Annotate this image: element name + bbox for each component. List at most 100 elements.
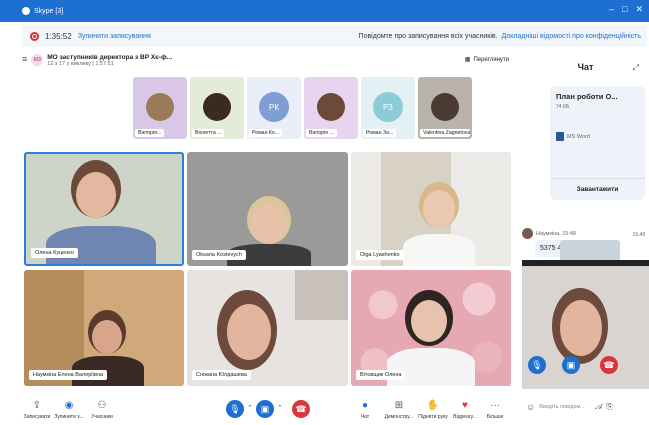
- chat-header: Чат: [522, 50, 649, 84]
- menu-icon[interactable]: ≡: [22, 54, 27, 64]
- thumbnail[interactable]: Вікторія ...: [304, 77, 358, 139]
- microphone-icon: 🎙: [229, 403, 241, 414]
- initials-avatar: РЗ: [373, 92, 403, 122]
- record-button[interactable]: ⇪ Записувати: [20, 400, 54, 420]
- video-person: [431, 93, 459, 121]
- thumbnail-label: Віолетта ...: [192, 129, 225, 137]
- thumbnail-label: Роман Ко...: [249, 129, 283, 137]
- skype-logo-icon: [22, 7, 30, 15]
- attach-icon[interactable]: ⎘: [606, 402, 612, 412]
- gallery-view-button[interactable]: ▦ Переглянути: [464, 56, 509, 64]
- more-icon: ···: [490, 400, 500, 411]
- call-title[interactable]: МО заступників директора з ВР Хє-ф...: [47, 54, 172, 61]
- participants-button[interactable]: ⚇ Учасники: [85, 400, 119, 420]
- call-controls: ⇪ Записувати ◉ Зупинити з... ⚇ Учасники 🎙 ⌃…: [22, 392, 512, 425]
- call-subtitle: 12 з 17 у виклику | 1:57:51: [47, 61, 114, 67]
- end-call-button[interactable]: ☎: [292, 400, 310, 418]
- chat-icon: ●: [361, 400, 369, 411]
- chevron-up-icon[interactable]: ⌃: [277, 404, 283, 412]
- end-call-button[interactable]: ☎: [600, 356, 618, 374]
- video-tile[interactable]: Олена Куценко: [24, 152, 184, 266]
- recording-icon: [30, 31, 39, 41]
- call-header: ≡ МЗ МО заступників директора з ВР Хє-ф.…: [22, 54, 512, 72]
- message-input[interactable]: Введіть повідом...: [539, 404, 585, 410]
- initials-avatar: РК: [259, 92, 289, 122]
- hand-icon: ✋: [426, 400, 440, 411]
- camera-button[interactable]: ▣: [256, 400, 274, 418]
- stop-recording-link[interactable]: Зупинити записування: [78, 33, 151, 40]
- participant-name: Olga Lyashenko: [356, 250, 404, 260]
- title-bar: Skype [3] – □ ✕: [0, 0, 649, 22]
- camera-button[interactable]: ▣: [562, 356, 580, 374]
- participant-name: Сніжана Юлдашева: [192, 370, 251, 380]
- video-tile[interactable]: Сніжана Юлдашева: [187, 270, 348, 386]
- avatar: [522, 228, 533, 239]
- participant-name: Наумкіна Елена Валеріївна: [29, 370, 108, 380]
- recording-time: 1:35:52: [45, 31, 72, 41]
- hang-up-icon: ☎: [295, 403, 307, 414]
- thumbnail-label: Роман За...: [363, 129, 397, 137]
- thumbnail[interactable]: Віолетта ...: [190, 77, 244, 139]
- participant-thumbnails: Вікторія... Віолетта ... РК Роман Ко... В…: [133, 77, 472, 139]
- avatar: [317, 93, 345, 121]
- more-button[interactable]: ··· Більше: [478, 400, 512, 420]
- raise-hand-button[interactable]: ✋ Підняти руку: [416, 400, 450, 420]
- participant-name: Олена Куценко: [31, 248, 78, 258]
- window-controls: – □ ✕: [609, 4, 643, 15]
- file-type: MS Word: [556, 132, 639, 141]
- react-button[interactable]: ♥ Відреагу...: [448, 400, 482, 420]
- avatar: [146, 93, 174, 121]
- microphone-button[interactable]: 🎙: [226, 400, 244, 418]
- window-title: Skype [3]: [34, 7, 64, 15]
- thumbnail-label: Вікторія ...: [306, 129, 337, 137]
- heart-icon: ♥: [462, 400, 468, 411]
- share-screen-button[interactable]: ⊞ Демонстру...: [382, 400, 416, 420]
- chat-panel: Чат ⤢ План роботи О... 74 КБ MS Word Зав…: [522, 50, 649, 425]
- message-sender: Наумкіна, 15:48: [522, 228, 576, 239]
- record-icon: ◉: [64, 400, 74, 411]
- thumbnail[interactable]: Вікторія...: [133, 77, 187, 139]
- word-icon: [556, 132, 564, 141]
- message-composer: ☺ Введіть повідом... 𝒜 ⎘: [522, 389, 649, 425]
- screen-share-icon: ⊞: [394, 400, 404, 411]
- hang-up-icon: ☎: [603, 359, 615, 370]
- chevron-up-icon[interactable]: ⌃: [247, 404, 253, 412]
- minimize-icon[interactable]: –: [609, 4, 614, 15]
- file-attachment[interactable]: План роботи О... 74 КБ MS Word Завантажи…: [550, 86, 645, 200]
- camera-icon: ▣: [566, 359, 576, 370]
- people-icon: ⚇: [97, 400, 107, 411]
- grid-icon: ▦: [464, 57, 471, 63]
- video-tile[interactable]: Наумкіна Елена Валеріївна: [24, 270, 184, 386]
- download-button[interactable]: Завантажити: [550, 178, 645, 200]
- chat-title: Чат: [577, 62, 594, 72]
- recording-notice: Повідомте про записування всіх учасників…: [358, 32, 498, 40]
- privacy-link[interactable]: Докладніші відомості про конфіденційніст…: [502, 33, 641, 40]
- group-avatar: МЗ: [31, 54, 44, 66]
- format-icon[interactable]: 𝒜: [595, 402, 603, 412]
- microphone-button[interactable]: 🎙: [528, 356, 546, 374]
- expand-icon[interactable]: ⤢: [633, 63, 639, 73]
- stop-recording-button[interactable]: ◉ Зупинити з...: [52, 400, 86, 420]
- camera-icon: ▣: [260, 403, 270, 414]
- video-tile[interactable]: Вітовщик Олена: [351, 270, 511, 386]
- message-time: 15:49: [632, 232, 645, 238]
- thumbnail[interactable]: Valentina Zagnetova: [418, 77, 472, 139]
- share-upload-icon: ⇪: [32, 400, 42, 411]
- thumbnail[interactable]: РЗ Роман За...: [361, 77, 415, 139]
- file-name: План роботи О...: [556, 92, 618, 101]
- participant-name: Oksana Kostevych: [192, 250, 246, 260]
- video-tile[interactable]: Olga Lyashenko: [351, 152, 511, 266]
- thumbnail[interactable]: РК Роман Ко...: [247, 77, 301, 139]
- thumbnail-label: Вікторія...: [135, 129, 165, 137]
- gallery-view-label: Переглянути: [473, 56, 509, 63]
- maximize-icon[interactable]: □: [622, 4, 627, 15]
- participant-name: Вітовщик Олена: [356, 370, 406, 380]
- microphone-icon: 🎙: [531, 359, 543, 370]
- close-icon[interactable]: ✕: [635, 4, 643, 15]
- emoji-icon[interactable]: ☺: [526, 402, 535, 412]
- thumbnail-label: Valentina Zagnetova: [420, 129, 470, 137]
- avatar: [203, 93, 231, 121]
- video-tile[interactable]: Oksana Kostevych: [187, 152, 348, 266]
- recording-bar: 1:35:52 Зупинити записування Повідомте п…: [22, 25, 647, 47]
- chat-button[interactable]: ● Чат: [348, 400, 382, 420]
